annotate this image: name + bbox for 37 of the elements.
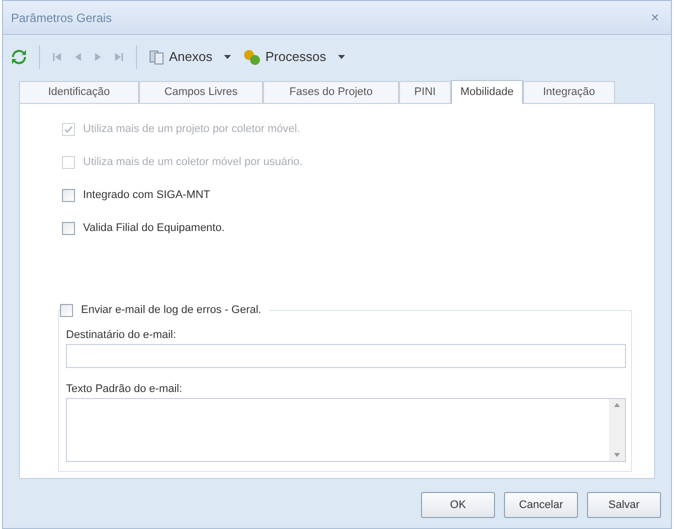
checkbox-label: Valida Filial do Equipamento. <box>83 220 225 236</box>
tab[interactable]: Mobilidade <box>451 80 523 104</box>
scroll-down-icon[interactable] <box>614 453 620 457</box>
field-label: Texto Padrão do e-mail: <box>66 382 184 396</box>
checkbox[interactable] <box>62 188 75 202</box>
dialog-button[interactable]: Cancelar <box>504 492 578 518</box>
toolbar-menu-button[interactable]: Processos <box>243 47 346 67</box>
first-record-icon[interactable] <box>52 52 62 62</box>
dropdown-arrow-icon <box>338 55 346 59</box>
document-icon <box>149 49 165 65</box>
dialog-button[interactable]: OK <box>421 492 495 518</box>
tab[interactable]: PINI <box>399 81 451 103</box>
toolbar-menu-button[interactable]: Anexos <box>149 47 232 67</box>
tab[interactable]: Campos Livres <box>139 81 263 103</box>
tab[interactable]: Identificação <box>19 81 139 103</box>
text-area[interactable] <box>66 398 626 462</box>
checkbox-label: Enviar e-mail de log de erros - Geral. <box>81 303 262 318</box>
dropdown-arrow-icon <box>224 55 232 59</box>
last-record-icon[interactable] <box>114 52 124 62</box>
tab[interactable]: Fases do Projeto <box>263 81 399 103</box>
scrollbar[interactable] <box>609 399 625 461</box>
field-label: Destinatário do e-mail: <box>66 328 178 342</box>
check-icon <box>64 124 73 134</box>
gears-icon <box>243 49 262 65</box>
next-record-icon[interactable] <box>94 52 102 62</box>
checkbox[interactable] <box>62 222 75 234</box>
previous-record-icon[interactable] <box>74 52 82 62</box>
checkbox-label: Utiliza mais de um coletor móvel por usuário. <box>83 154 302 170</box>
scroll-up-icon[interactable] <box>614 403 620 407</box>
checkbox-label: Utiliza mais de um projeto por coletor móvel. <box>83 122 300 137</box>
window-title: Parâmetros Gerais <box>11 10 112 26</box>
recipient-field[interactable] <box>66 344 626 368</box>
tab[interactable]: Integração <box>523 81 615 103</box>
checkbox-label: Integrado com SIGA-MNT <box>83 188 210 203</box>
refresh-icon[interactable] <box>11 49 27 65</box>
dialog-button[interactable]: Salvar <box>587 492 661 518</box>
checkbox[interactable] <box>60 304 73 317</box>
